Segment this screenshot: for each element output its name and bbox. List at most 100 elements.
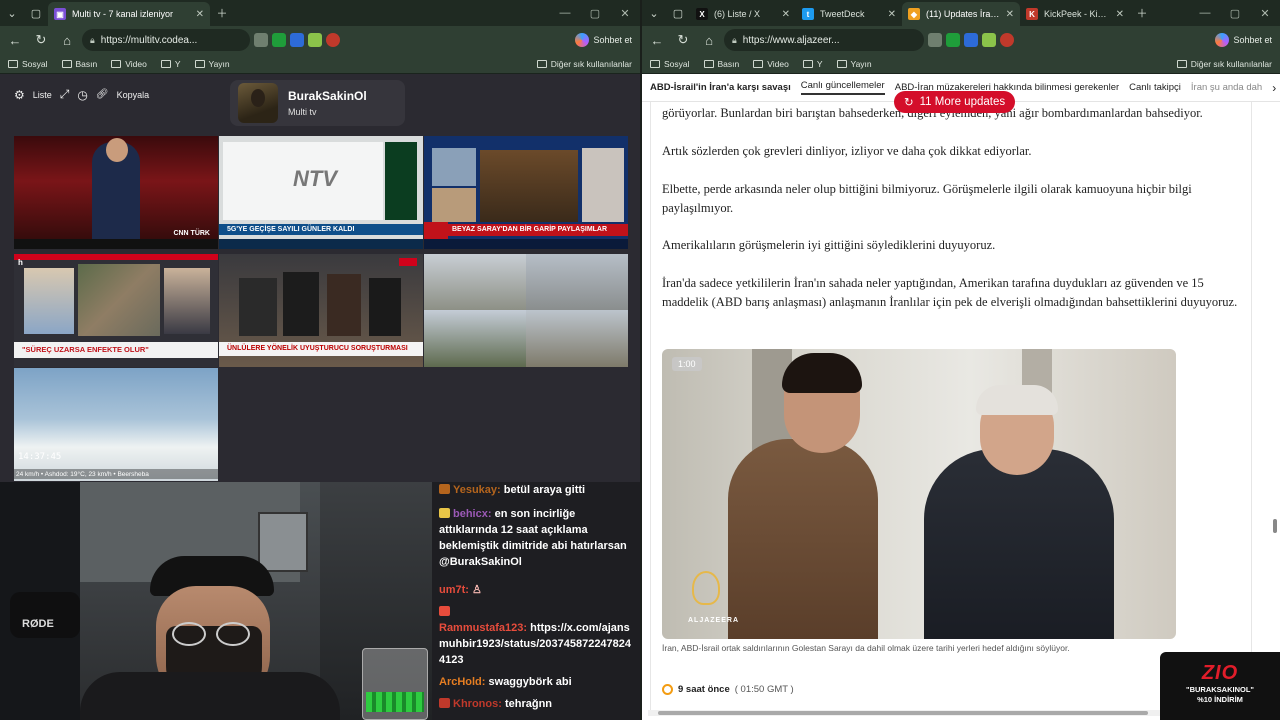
extension-icon[interactable]	[272, 33, 286, 47]
tab-multitv[interactable]: ▣ Multi tv - 7 kanal izleniyor ✕	[48, 2, 210, 26]
person-figure	[283, 272, 319, 336]
chat-button[interactable]: Sohbet et	[575, 33, 636, 47]
gear-icon[interactable]: ⚙	[14, 88, 25, 102]
extension-icon[interactable]	[964, 33, 978, 47]
chat-username[interactable]: Yesukay	[453, 484, 497, 496]
video-tile-sozcu[interactable]: ÜNLÜLERE YÖNELİK UYUŞTURUCU SORUŞTURMASI	[219, 254, 423, 367]
close-tab-icon[interactable]: ✕	[1116, 9, 1124, 20]
extension-icon[interactable]	[982, 33, 996, 47]
subnav-item-iran-now[interactable]: İran şu anda dah	[1191, 82, 1262, 93]
vertical-scrollbar[interactable]	[1272, 102, 1278, 706]
close-window-icon[interactable]: ✕	[610, 7, 640, 20]
extension-icon[interactable]	[946, 33, 960, 47]
tab-tweetdeck[interactable]: t TweetDeck ✕	[796, 2, 902, 26]
extension-icon[interactable]	[308, 33, 322, 47]
subnav-item-live-updates[interactable]: Canlı güncellemeler	[800, 80, 885, 95]
bookmark-folder[interactable]: Sosyal	[8, 59, 48, 69]
bookmark-folder[interactable]: Y	[160, 59, 181, 69]
channel-profile-card[interactable]: BurakSakinOl Multi tv	[230, 80, 405, 126]
bookmark-folder[interactable]: Video	[111, 59, 147, 69]
bookmark-folder[interactable]: Sosyal	[650, 59, 690, 69]
close-tab-icon[interactable]: ✕	[1006, 9, 1014, 20]
bookmark-folder[interactable]: Yayın	[194, 59, 230, 69]
person-figure	[239, 278, 277, 336]
bookmark-label: Basın	[75, 58, 98, 69]
subnav-title[interactable]: ABD-İsrail'in İran'a karşı savaşı	[650, 82, 791, 93]
more-updates-button[interactable]: ↻ 11 More updates	[894, 91, 1016, 113]
close-window-icon[interactable]: ✕	[1250, 7, 1280, 20]
url-field[interactable]: 🔒︎ https://multitv.codea...	[82, 29, 250, 51]
workspaces-icon[interactable]: ▢	[24, 1, 48, 25]
scrollbar-thumb[interactable]	[1273, 519, 1277, 533]
close-tab-icon[interactable]: ✕	[196, 9, 204, 20]
tweetdeck-favicon-icon: t	[802, 8, 814, 20]
chat-username[interactable]: behicx	[453, 508, 488, 520]
video-tile-ntv[interactable]: NTV 5G'YE GEÇİŞE SAYILI GÜNLER KALDI	[219, 136, 423, 249]
back-icon[interactable]: ←	[4, 29, 26, 51]
chat-username[interactable]: Khronos	[453, 698, 498, 710]
article-photo[interactable]: 1:00 ALJAZEERA	[662, 349, 1176, 639]
list-button[interactable]: Liste	[33, 90, 52, 100]
home-icon[interactable]: ⌂	[56, 29, 78, 51]
article-paragraph: Amerikalıların görüşmelerin iyi gittiğin…	[662, 238, 996, 252]
minimize-icon[interactable]: —	[1190, 7, 1220, 20]
chat-username[interactable]: ArcHold	[439, 676, 482, 688]
subnav-item-live-tracker[interactable]: Canlı takipçi	[1129, 82, 1181, 93]
bookmark-folder[interactable]: Video	[753, 59, 789, 69]
bookmark-folder[interactable]: Yayın	[836, 59, 872, 69]
refresh-icon[interactable]: ↻	[30, 29, 52, 51]
profile-icon[interactable]	[1000, 33, 1014, 47]
camera-feed	[526, 310, 628, 367]
person-hair	[976, 385, 1058, 415]
new-tab-icon[interactable]: ＋	[1130, 1, 1154, 25]
chat-username[interactable]: Rammustafa123	[439, 622, 523, 634]
tab-label: TweetDeck	[820, 9, 865, 19]
video-tile-halktv[interactable]: "SÜREÇ UZARSA ENFEKTE OLUR" h	[14, 254, 218, 367]
maximize-icon[interactable]: ▢	[1220, 7, 1250, 20]
chat-message: ArcHold: swaggybörk abi	[439, 676, 572, 688]
profile-icon[interactable]	[326, 33, 340, 47]
bookmark-folder[interactable]: Y	[802, 59, 823, 69]
video-tile-haberturk[interactable]: BEYAZ SARAY'DAN BİR GARİP PAYLAŞIMLAR	[424, 136, 628, 249]
url-field[interactable]: 🔒︎ https://www.aljazeer...	[724, 29, 924, 51]
tab-aljazeera[interactable]: ◆ (11) Updates İran wa ✕	[902, 2, 1020, 26]
multitv-toolbar: ⚙ Liste ⤢ ◷ 🔗︎ Kopyala	[14, 87, 149, 102]
refresh-icon[interactable]: ↻	[672, 29, 694, 51]
other-bookmarks[interactable]: Diğer sık kullanılanlar	[536, 59, 632, 69]
copy-button[interactable]: Kopyala	[117, 90, 150, 100]
video-tile-citycams[interactable]	[424, 254, 628, 367]
history-icon[interactable]: ◷	[77, 88, 87, 102]
chat-username[interactable]: um7t	[439, 584, 465, 596]
chat-button[interactable]: Sohbet et	[1215, 33, 1276, 47]
close-tab-icon[interactable]: ✕	[888, 9, 896, 20]
home-icon[interactable]: ⌂	[698, 29, 720, 51]
close-tab-icon[interactable]: ✕	[782, 9, 790, 20]
back-icon[interactable]: ←	[646, 29, 668, 51]
tab-actions-icon[interactable]: ⌄	[0, 1, 24, 25]
extension-icon[interactable]	[254, 33, 268, 47]
video-tile-skycam[interactable]: 14:37:45 24 km/h • Ashdod: 19°C, 23 km/h…	[14, 368, 218, 481]
chat-button-label: Sohbet et	[593, 35, 632, 45]
other-bookmarks[interactable]: Diğer sık kullanılanlar	[1176, 59, 1272, 69]
tab-kickpeek[interactable]: K KickPeek - Kick.com ✕	[1020, 2, 1130, 26]
maximize-icon[interactable]: ▢	[580, 7, 610, 20]
guest-frame	[582, 148, 624, 222]
workspaces-icon[interactable]: ▢	[666, 1, 690, 25]
tab-actions-icon[interactable]: ⌄	[642, 1, 666, 25]
fullscreen-icon[interactable]: ⤢	[60, 87, 70, 102]
new-tab-icon[interactable]: ＋	[210, 1, 234, 25]
guest-frame	[432, 188, 476, 222]
folder-icon	[194, 59, 205, 68]
bookmark-folder[interactable]: Basın	[61, 58, 98, 69]
tile-caption: BEYAZ SARAY'DAN BİR GARİP PAYLAŞIMLAR	[452, 226, 608, 233]
extension-icon[interactable]	[290, 33, 304, 47]
bookmark-folder[interactable]: Basın	[703, 59, 739, 69]
weather-ticker: 24 km/h • Ashdod: 19°C, 23 km/h • Beersh…	[16, 471, 149, 478]
webcam-feed: RØDE	[0, 482, 432, 720]
video-tile-cnn[interactable]: CNN TÜRK	[14, 136, 218, 249]
extension-icon[interactable]	[928, 33, 942, 47]
chevron-right-icon[interactable]: ›	[1272, 81, 1276, 95]
scrollbar-thumb[interactable]	[658, 711, 1148, 715]
minimize-icon[interactable]: —	[550, 7, 580, 20]
tab-x-list[interactable]: X (6) Liste / X ✕	[690, 2, 796, 26]
